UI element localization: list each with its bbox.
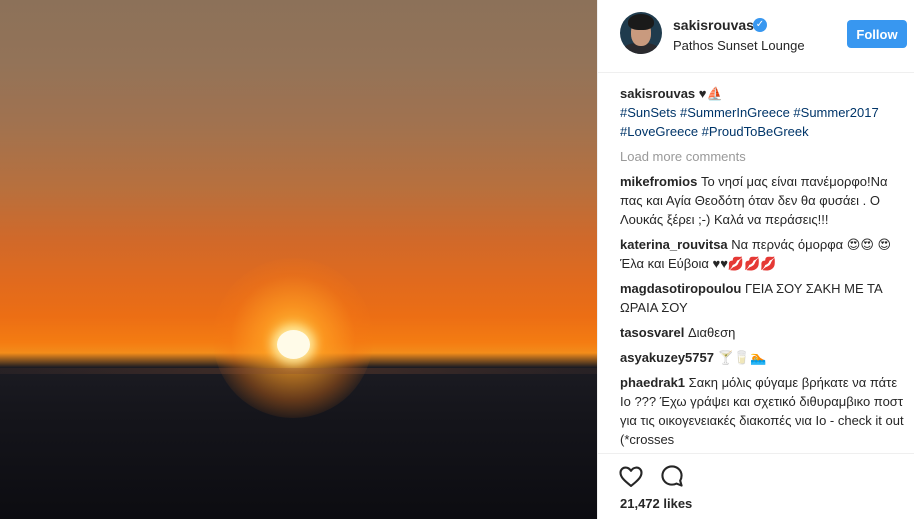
verified-badge-icon: ✓ xyxy=(753,18,767,32)
comment-text: Διαθεση xyxy=(687,325,736,340)
comment-username[interactable]: mikefromios xyxy=(620,174,697,189)
location-link[interactable]: Pathos Sunset Lounge xyxy=(673,38,805,53)
comment-item: katerina_rouvitsa Να περνάς όμορφα 😍😍 😍 … xyxy=(620,235,910,273)
likes-count[interactable]: 21,472 likes xyxy=(620,496,692,511)
comment-item: mikefromios Το νησί μας είναι πανέμορφο!… xyxy=(620,172,910,229)
comment-username[interactable]: asyakuzey5757 xyxy=(620,350,714,365)
comment-item: phaedrak1 Σακη μόλις φύγαμε βρήκατε να π… xyxy=(620,373,910,449)
comments-list[interactable]: sakisrouvas ♥⛵ #SunSets #SummerInGreece … xyxy=(620,84,910,453)
load-more-comments-button[interactable]: Load more comments xyxy=(620,147,910,166)
username-link[interactable]: sakisrouvas xyxy=(673,17,754,33)
speech-bubble-icon[interactable] xyxy=(658,462,686,490)
comment-username[interactable]: phaedrak1 xyxy=(620,375,685,390)
comment-username[interactable]: magdasotiropoulou xyxy=(620,281,741,296)
caption-hashtags-line-2[interactable]: #LoveGreece #ProudToBeGreek xyxy=(620,124,809,139)
comment-username[interactable]: katerina_rouvitsa xyxy=(620,237,728,252)
post-photo[interactable] xyxy=(0,0,597,519)
caption-emoji: ♥⛵ xyxy=(698,86,723,101)
caption-username[interactable]: sakisrouvas xyxy=(620,86,695,101)
comment-item: asyakuzey5757 🍸🥛🏊 xyxy=(620,348,910,367)
caption-hashtags-line-1[interactable]: #SunSets #SummerInGreece #Summer2017 xyxy=(620,105,879,120)
post-side-panel: sakisrouvas ✓ Pathos Sunset Lounge Follo… xyxy=(597,0,914,519)
post-header: sakisrouvas ✓ Pathos Sunset Lounge Follo… xyxy=(598,0,914,73)
comment-item: tasosvarel Διαθεση xyxy=(620,323,910,342)
caption: sakisrouvas ♥⛵ #SunSets #SummerInGreece … xyxy=(620,84,910,141)
post-actions: 21,472 likes xyxy=(598,453,914,520)
sun xyxy=(277,330,310,359)
horizon-line xyxy=(0,368,597,374)
comment-text: 🍸🥛🏊 xyxy=(717,350,767,365)
follow-button[interactable]: Follow xyxy=(847,20,907,48)
comment-item: magdasotiropoulou ΓΕΙΑ ΣΟΥ ΣΑΚΗ ΜΕ ΤΑ ΩΡ… xyxy=(620,279,910,317)
heart-outline-icon[interactable] xyxy=(617,462,645,490)
avatar[interactable] xyxy=(620,12,662,54)
comment-username[interactable]: tasosvarel xyxy=(620,325,684,340)
